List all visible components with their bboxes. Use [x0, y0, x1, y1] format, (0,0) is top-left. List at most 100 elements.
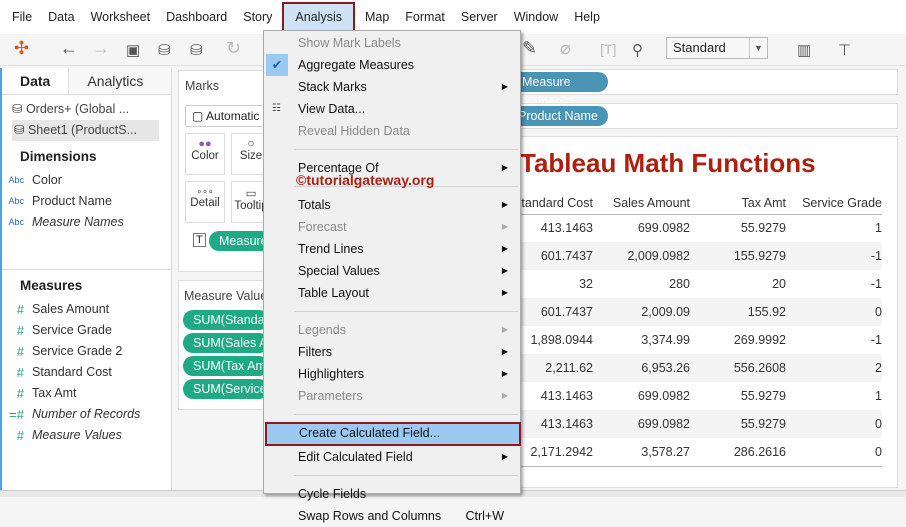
color-button[interactable]: ●● Color [185, 133, 225, 175]
pin-icon[interactable]: ⚲ [632, 41, 643, 59]
field-number-of-records[interactable]: =# Number of Records [2, 404, 171, 425]
field-label: Standard Cost [32, 365, 112, 379]
data-source-orders[interactable]: ⛁ Orders+ (Global ... [2, 99, 171, 120]
column-header-sales-amount[interactable]: Sales Amount [593, 192, 690, 215]
presentation-icon[interactable]: ⊤ [838, 41, 851, 59]
menu-format[interactable]: Format [397, 0, 453, 34]
watermark: ©tutorialgateway.org [296, 172, 435, 188]
measure-value-pill[interactable]: SUM(Sales Amount) [183, 333, 269, 353]
submenu-arrow-icon: ▶ [501, 288, 508, 297]
table-cell: 55.9279 [690, 410, 786, 438]
table-row: 601.7437 2,009.0982 155.9279 -1 [488, 242, 882, 270]
highlight-pen-icon[interactable]: ✎ [522, 38, 537, 59]
menu-item-legends: Legends ▶ [264, 319, 520, 341]
menu-analysis[interactable]: Analysis [282, 2, 355, 32]
menu-item-label: Cycle Fields [298, 487, 367, 501]
pause-updates-icon[interactable]: ⛁ [190, 41, 203, 59]
table-cell: 3,374.99 [641, 333, 690, 347]
data-source-sheet1[interactable]: ⛁ Sheet1 (ProductS... [12, 120, 159, 141]
menu-item-trend-lines[interactable]: Trend Lines ▶ [264, 238, 520, 260]
menu-map[interactable]: Map [357, 0, 397, 34]
checkmark-icon: ✔ [266, 54, 288, 76]
menu-item-label: Special Values [298, 264, 380, 278]
tab-data[interactable]: Data [2, 68, 70, 94]
menu-server[interactable]: Server [453, 0, 506, 34]
chevron-down-icon: ▼ [749, 38, 767, 58]
fit-dropdown[interactable]: Standard ▼ [666, 37, 768, 59]
submenu-arrow-icon: ▶ [501, 200, 508, 209]
menu-story[interactable]: Story [235, 0, 280, 34]
submenu-arrow-icon: ▶ [501, 391, 508, 400]
menu-window[interactable]: Window [506, 0, 566, 34]
menu-file[interactable]: File [4, 0, 40, 34]
detail-button[interactable]: ∘∘∘ Detail [185, 181, 225, 223]
menu-help[interactable]: Help [566, 0, 608, 34]
mark-type-dropdown[interactable]: ▢ Automatic [185, 105, 275, 127]
save-icon[interactable]: ▣ [126, 41, 140, 59]
column-header-tax-amt[interactable]: Tax Amt [690, 192, 786, 215]
menu-item-label: Filters [298, 345, 333, 359]
field-measure-values[interactable]: # Measure Values [2, 425, 171, 446]
menu-item-forecast: Forecast ▶ [264, 216, 520, 238]
menu-item-cycle-fields[interactable]: Cycle Fields [264, 483, 520, 505]
field-service-grade[interactable]: # Service Grade [2, 320, 171, 341]
column-header-service-grade[interactable]: Service Grade [786, 192, 882, 215]
tab-analytics[interactable]: Analytics [69, 68, 171, 94]
menu-item-totals[interactable]: Totals ▶ [264, 194, 520, 216]
menu-item-label: Highlighters [298, 367, 365, 381]
table-row: 1,898.0944 3,374.99 269.9992 -1 [488, 326, 882, 354]
field-tax-amt[interactable]: # Tax Amt [2, 383, 171, 404]
menu-item-filters[interactable]: Filters ▶ [264, 341, 520, 363]
menu-item-swap-rows-and-columns[interactable]: Swap Rows and Columns Ctrl+W [264, 505, 520, 527]
redo-icon[interactable]: → [92, 38, 110, 59]
menu-dashboard[interactable]: Dashboard [158, 0, 235, 34]
tableau-logo-icon[interactable]: ✣ [14, 38, 29, 59]
undo-icon[interactable]: ← [60, 38, 78, 59]
menu-item-view-data[interactable]: ☷ View Data... [264, 98, 520, 120]
table-cell: 699.0982 [593, 410, 690, 438]
menu-item-label: Create Calculated Field... [299, 426, 441, 440]
submenu-arrow-icon: ▶ [501, 244, 508, 253]
dimension-type-icon: Abc [8, 196, 24, 206]
field-sales-amount[interactable]: # Sales Amount [2, 299, 171, 320]
attach-icon[interactable]: ⌀ [560, 38, 571, 59]
menu-item-parameters: Parameters ▶ [264, 385, 520, 407]
table-cell: -1 [870, 277, 882, 291]
show-me-icon[interactable]: ▥ [797, 41, 811, 59]
menu-item-label: Aggregate Measures [298, 58, 415, 72]
menu-item-label: Edit Calculated Field [298, 450, 413, 464]
measure-type-icon: # [16, 323, 24, 338]
field-product-name[interactable]: Abc Product Name [2, 191, 171, 212]
measure-value-pill[interactable]: SUM(Tax Amt) [183, 356, 269, 376]
new-data-source-icon[interactable]: ⛁ [158, 41, 171, 59]
menu-worksheet[interactable]: Worksheet [83, 0, 159, 34]
field-measure-names[interactable]: Abc Measure Names [2, 212, 171, 233]
table-cell: 2 [786, 354, 882, 382]
field-label: Service Grade [32, 323, 112, 337]
menu-item-stack-marks[interactable]: Stack Marks ▶ [264, 76, 520, 98]
menu-item-edit-calculated-field[interactable]: Edit Calculated Field ▶ [264, 446, 520, 468]
field-service-grade-2[interactable]: # Service Grade 2 [2, 341, 171, 362]
measure-value-pill[interactable]: SUM(Standard Cost) [183, 310, 269, 330]
menu-item-highlighters[interactable]: Highlighters ▶ [264, 363, 520, 385]
menu-item-show-mark-labels: Show Mark Labels [264, 32, 520, 54]
menu-item-special-values[interactable]: Special Values ▶ [264, 260, 520, 282]
table-cell: 20 [772, 277, 786, 291]
menu-separator [294, 149, 518, 150]
field-label: Measure Names [32, 215, 124, 229]
field-color[interactable]: Abc Color [2, 170, 171, 191]
refresh-icon[interactable]: ↻ [226, 38, 241, 59]
submenu-arrow-icon: ▶ [501, 369, 508, 378]
table-row: 2,171.2942 3,578.27 286.2616 0 [488, 438, 882, 467]
submenu-arrow-icon: ▶ [501, 452, 508, 461]
menu-item-table-layout[interactable]: Table Layout ▶ [264, 282, 520, 304]
field-standard-cost[interactable]: # Standard Cost [2, 362, 171, 383]
measure-type-icon: # [16, 302, 24, 317]
menu-item-create-calculated-field[interactable]: Create Calculated Field... [265, 422, 521, 446]
text-label-icon[interactable]: [T] [600, 41, 616, 57]
table-cell: 269.9992 [733, 333, 786, 347]
menu-item-label: Reveal Hidden Data [298, 124, 410, 138]
menu-item-aggregate-measures[interactable]: ✔ Aggregate Measures [264, 54, 520, 76]
measure-value-pill[interactable]: SUM(Service Grade) [183, 379, 269, 399]
menu-data[interactable]: Data [40, 0, 82, 34]
